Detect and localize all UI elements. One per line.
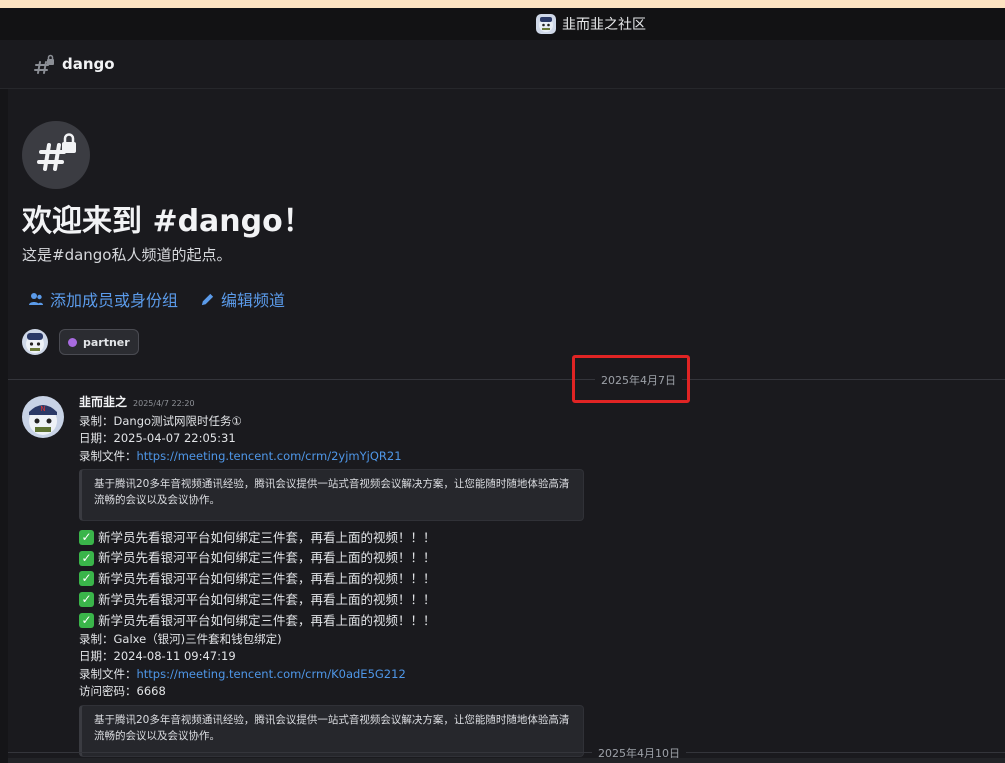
channel-name: dango <box>62 55 115 73</box>
date-divider-line <box>8 379 1005 380</box>
check-mark-icon: ✓ <box>79 550 94 566</box>
message-line-prefix: 录制文件： <box>79 448 137 463</box>
channel-header <box>0 40 1005 89</box>
add-members-icon <box>29 293 43 305</box>
check-mark-icon: ✓ <box>79 571 94 587</box>
message-line: 日期：2024-08-11 09:47:19 <box>79 649 236 664</box>
svg-text:N: N <box>40 405 45 413</box>
checklist-item: ✓ 新学员先看银河平台如何绑定三件套，再看上面的视频！！！ <box>79 589 639 610</box>
checklist-text: 新学员先看银河平台如何绑定三件套，再看上面的视频！！！ <box>98 529 436 545</box>
checklist-text: 新学员先看银河平台如何绑定三件套，再看上面的视频！！！ <box>98 571 436 587</box>
message-author[interactable]: 韭而韭之 <box>79 395 127 409</box>
message-line: 日期：2025-04-07 22:05:31 <box>79 431 236 445</box>
check-mark-icon: ✓ <box>79 613 94 629</box>
checklist-item: ✓ 新学员先看银河平台如何绑定三件套，再看上面的视频！！！ <box>79 548 639 569</box>
composer-edge <box>8 758 1005 763</box>
checklist-item: ✓ 新学员先看银河平台如何绑定三件套，再看上面的视频！！！ <box>79 610 639 631</box>
check-mark-icon: ✓ <box>79 529 94 545</box>
message-timestamp: 2025/4/7 22:20 <box>133 399 195 408</box>
edit-channel-button[interactable]: 编辑频道 <box>200 287 285 311</box>
checklist-item: ✓ 新学员先看银河平台如何绑定三件套，再看上面的视频！！！ <box>79 569 639 590</box>
left-rail <box>0 40 8 763</box>
message-author-avatar[interactable]: N <box>22 396 64 438</box>
pencil-icon <box>201 293 214 305</box>
check-mark-icon: ✓ <box>79 592 94 608</box>
welcome-title: 欢迎来到 #dango！ <box>22 204 313 239</box>
add-members-button[interactable]: 添加成员或身份组 <box>28 287 178 311</box>
role-badge-label: partner <box>83 335 130 349</box>
channel-welcome-icon <box>22 121 90 189</box>
checklist-item: ✓ 新学员先看银河平台如何绑定三件套，再看上面的视频！！！ <box>79 527 639 548</box>
date-divider-line <box>8 752 1005 753</box>
checklist-text: 新学员先看银河平台如何绑定三件套，再看上面的视频！！！ <box>98 592 436 608</box>
hash-lock-icon <box>34 54 54 74</box>
add-members-label: 添加成员或身份组 <box>50 291 179 310</box>
message: 韭而韭之 2025/4/7 22:20 录制：Dango测试网限时任务① 日期：2… <box>79 394 639 763</box>
checklist-text: 新学员先看银河平台如何绑定三件套，再看上面的视频！！！ <box>98 612 436 628</box>
member-avatar[interactable] <box>22 329 48 355</box>
welcome-subtitle: 这是#dango私人频道的起点。 <box>22 246 232 264</box>
edit-channel-label: 编辑频道 <box>221 291 286 310</box>
message-line: 录制：Galxe（银河)三件套和钱包绑定) <box>79 631 282 646</box>
link-embed: 基于腾讯20多年音视频通讯经验，腾讯会议提供一站式音视频会议解决方案，让您能随时… <box>79 704 584 757</box>
message-line: 录制：Dango测试网限时任务① <box>79 413 242 428</box>
link-embed: 基于腾讯20多年音视频通讯经验，腾讯会议提供一站式音视频会议解决方案，让您能随时… <box>79 469 584 521</box>
server-name-label: 韭而韭之社区 <box>562 17 646 33</box>
role-color-dot <box>68 337 77 347</box>
message-line-prefix: 录制文件： <box>79 666 137 681</box>
message-line: 访问密码：6668 <box>79 684 166 699</box>
title-bar <box>0 8 1005 40</box>
recording-link[interactable]: https://meeting.tencent.com/crm/2yjmYjQR… <box>137 449 402 463</box>
recording-link[interactable]: https://meeting.tencent.com/crm/K0adE5G2… <box>137 667 406 681</box>
server-title: 韭而韭之社区 <box>536 8 646 40</box>
checklist-text: 新学员先看银河平台如何绑定三件套，再看上面的视频！！！ <box>98 550 436 566</box>
server-avatar-icon <box>536 14 556 34</box>
role-badge[interactable]: partner <box>59 329 139 355</box>
